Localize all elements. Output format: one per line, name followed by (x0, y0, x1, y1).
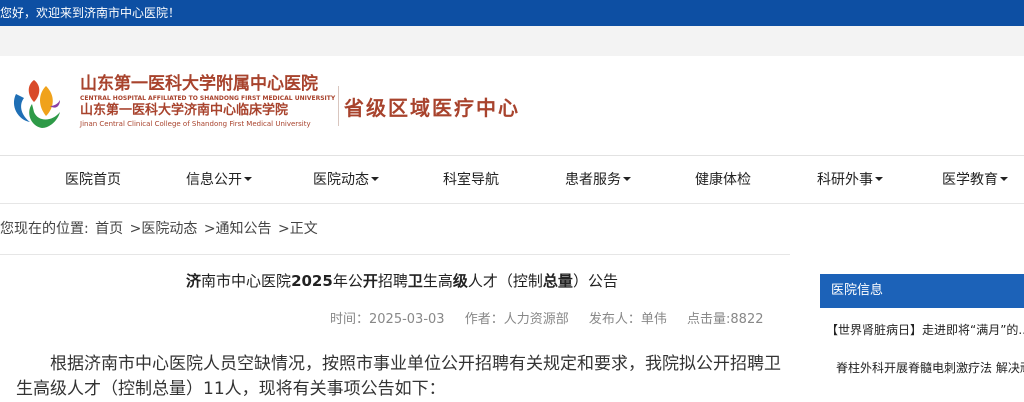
logo-divider (338, 86, 339, 126)
nav-patient-services[interactable]: 患者服务 (565, 157, 631, 203)
breadcrumb: 您现在的位置: 首页 >医院动态 >通知公告 >正文 (0, 218, 320, 238)
article-body: 根据济南市中心医院人员空缺情况，按照市事业单位公开招聘有关规定和要求，我院拟公开… (16, 352, 786, 402)
site-header: 山东第一医科大学附属中心医院 CENTRAL HOSPITAL AFFILIAT… (0, 56, 1024, 156)
article-views: 点击量:8822 (687, 312, 764, 327)
nav-hospital-news[interactable]: 医院动态 (313, 157, 379, 203)
logo-wordmark[interactable]: 山东第一医科大学附属中心医院 CENTRAL HOSPITAL AFFILIAT… (80, 74, 340, 129)
nav-label: 科研外事 (817, 172, 873, 188)
nav-medical-education[interactable]: 医学教育 (942, 157, 1008, 203)
article-intro: 根据济南市中心医院人员空缺情况，按照市事业单位公开招聘有关规定和要求，我院拟公开… (16, 354, 781, 399)
hospital-name-en: CENTRAL HOSPITAL AFFILIATED TO SHANDONG … (80, 95, 336, 102)
breadcrumb-news[interactable]: >医院动态 (130, 221, 198, 237)
article-time: 时间：2025-03-03 (330, 312, 445, 327)
caret-down-icon (1000, 177, 1008, 181)
nav-research[interactable]: 科研外事 (817, 157, 883, 203)
breadcrumb-notices[interactable]: >通知公告 (204, 221, 272, 237)
caret-down-icon (623, 177, 631, 181)
article-publisher: 发布人：单伟 (588, 312, 667, 327)
main-nav: 医院首页 信息公开 医院动态 科室导航 患者服务 健康体检 科研外事 医学教育 (0, 157, 1024, 203)
content-divider (0, 254, 790, 255)
slogan: 省级区域医疗中心 (344, 96, 520, 120)
hospital-name-cn: 山东第一医科大学附属中心医院 (80, 74, 318, 94)
article-author: 作者：人力资源部 (464, 312, 569, 327)
college-name-en: Jinan Central Clinical College of Shando… (80, 120, 311, 128)
nav-divider (0, 203, 1024, 204)
breadcrumb-prefix: 您现在的位置: (0, 221, 89, 237)
caret-down-icon (875, 177, 883, 181)
sidebar-news-item[interactable]: 脊柱外科开展脊髓电刺激疗法 解决顽... (836, 359, 1024, 376)
sidebar-news-label: 脊柱外科开展脊髓电刺激疗法 解决顽... (836, 361, 1024, 375)
caret-down-icon (371, 177, 379, 181)
sidebar-title[interactable]: 医院信息 (820, 274, 1024, 308)
nav-health-checkup[interactable]: 健康体检 (695, 157, 751, 203)
sidebar-news-item[interactable]: 【世界肾脏病日】走进即将“满月”的... (826, 321, 1024, 338)
breadcrumb-current: >正文 (278, 221, 318, 237)
nav-label: 医院首页 (65, 172, 121, 188)
nav-label: 医学教育 (942, 172, 998, 188)
hospital-logo-icon[interactable] (8, 76, 68, 132)
nav-info-disclosure[interactable]: 信息公开 (186, 157, 252, 203)
nav-label: 信息公开 (186, 172, 242, 188)
nav-home[interactable]: 医院首页 (65, 157, 121, 203)
nav-label: 患者服务 (565, 172, 621, 188)
welcome-bar: 您好，欢迎来到济南市中心医院！ (0, 0, 1024, 26)
caret-down-icon (244, 177, 252, 181)
sidebar-title-label: 医院信息 (831, 283, 884, 298)
college-name-cn: 山东第一医科大学济南中心临床学院 (80, 103, 289, 118)
article-meta: 时间：2025-03-03 作者：人力资源部 发布人：单伟 点击量:8822 (330, 308, 763, 327)
article-title: 济南市中心医院2025年公开招聘卫生高级人才（控制总量）公告 (186, 272, 618, 290)
nav-label: 科室导航 (443, 172, 499, 188)
top-spacer (0, 26, 1024, 56)
nav-departments[interactable]: 科室导航 (443, 157, 499, 203)
breadcrumb-home[interactable]: 首页 (95, 221, 123, 237)
welcome-text: 您好，欢迎来到济南市中心医院！ (0, 6, 181, 20)
sidebar-news-label: 【世界肾脏病日】走进即将“满月”的... (826, 323, 1024, 337)
nav-label: 医院动态 (313, 172, 369, 188)
nav-label: 健康体检 (695, 172, 751, 188)
